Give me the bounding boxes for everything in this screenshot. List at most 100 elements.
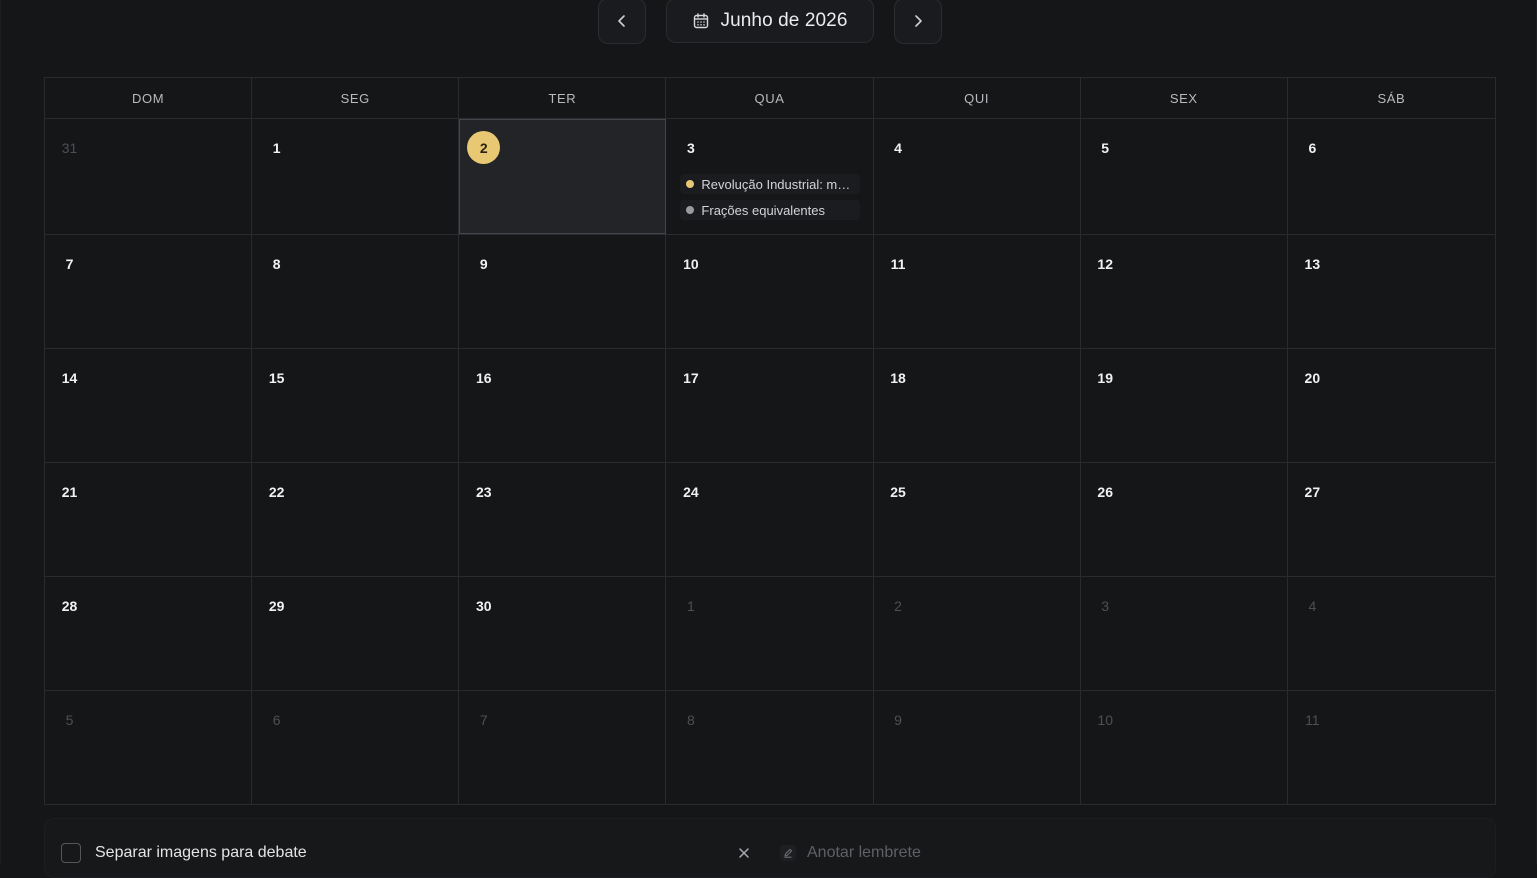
week-row: 31 1 2 3 Revolução Industrial: m… Frações equ…	[45, 119, 1495, 235]
day-cell-today[interactable]: 2	[459, 119, 667, 234]
day-number: 3	[687, 139, 695, 156]
day-cell[interactable]: 7	[45, 235, 253, 348]
day-number: 17	[683, 369, 699, 386]
day-number: 6	[272, 711, 281, 728]
day-cell[interactable]: 16	[459, 349, 667, 462]
chevron-right-icon	[915, 15, 922, 27]
day-cell-outside-month[interactable]: 4	[1288, 577, 1495, 690]
weekday-mon: SEG	[252, 78, 460, 118]
day-cell[interactable]: 10	[666, 235, 874, 348]
day-number: 6	[1308, 139, 1317, 156]
month-label: Junho de 2026	[720, 9, 848, 31]
day-cell[interactable]: 26	[1081, 463, 1288, 576]
next-month-button[interactable]	[894, 0, 942, 44]
day-cell[interactable]: 11	[874, 235, 1081, 348]
event-color-dot	[686, 180, 695, 188]
day-number: 9	[479, 255, 488, 272]
day-cell[interactable]: 22	[252, 463, 460, 576]
day-cell[interactable]: 29	[252, 577, 460, 690]
task-label: Separar imagens para debate	[95, 844, 307, 861]
day-number: 8	[272, 255, 281, 272]
day-cell[interactable]: 9	[459, 235, 667, 348]
day-number: 4	[894, 139, 902, 156]
day-number: 20	[1304, 369, 1321, 386]
previous-month-button[interactable]	[598, 0, 646, 44]
day-cell[interactable]: 30	[459, 577, 667, 690]
event-title: Frações equivalentes	[701, 202, 825, 218]
event-title: Revolução Industrial: m…	[701, 176, 851, 192]
day-number: 8	[687, 711, 695, 728]
weekday-header-row: DOM SEG TER QUA QUI SEX SÁB	[45, 78, 1495, 119]
day-number: 15	[268, 369, 285, 386]
day-number: 18	[890, 369, 906, 386]
day-cell[interactable]: 12	[1081, 235, 1288, 348]
event-chip[interactable]: Revolução Industrial: m…	[680, 174, 861, 194]
day-number: 16	[475, 369, 492, 386]
day-number: 26	[1097, 483, 1113, 500]
day-cell[interactable]: 17	[666, 349, 874, 462]
day-cell[interactable]: 15	[252, 349, 460, 462]
day-number: 1	[687, 597, 695, 614]
weekday-sat: SÁB	[1377, 90, 1406, 106]
day-cell[interactable]: 23	[459, 463, 667, 576]
week-row: 7 8 9 10 11 12 13	[45, 235, 1495, 349]
day-number: 23	[475, 483, 492, 500]
weekday-tue: TER	[459, 78, 667, 118]
day-cell[interactable]: 25	[874, 463, 1081, 576]
day-cell-outside-month[interactable]: 6	[252, 691, 460, 805]
day-cell[interactable]: 18	[874, 349, 1081, 462]
day-cell[interactable]: 1	[252, 119, 460, 234]
day-cell-outside-month[interactable]: 7	[459, 691, 667, 805]
month-picker-button[interactable]: Junho de 2026	[666, 0, 874, 43]
task-checkbox[interactable]	[61, 843, 81, 863]
day-cell[interactable]: 27	[1288, 463, 1495, 576]
day-cell[interactable]: 24	[666, 463, 874, 576]
day-cell[interactable]: 20	[1288, 349, 1495, 462]
weeks-container: 31 1 2 3 Revolução Industrial: m… Frações equ…	[45, 119, 1495, 805]
day-number: 5	[65, 711, 74, 728]
weekday-sun: DOM	[45, 78, 253, 118]
chevron-left-icon	[618, 15, 625, 27]
day-cell-outside-month[interactable]: 11	[1288, 691, 1495, 805]
day-cell-outside-month[interactable]: 8	[666, 691, 874, 805]
day-cell[interactable]: 6	[1288, 119, 1495, 234]
task-row: Separar imagens para debate	[61, 841, 1481, 865]
day-cell-outside-month[interactable]: 5	[45, 691, 253, 805]
day-cell[interactable]: 8	[252, 235, 460, 348]
day-number: 30	[475, 597, 492, 614]
pencil-icon	[780, 845, 796, 861]
day-number: 11	[890, 255, 906, 272]
event-chip[interactable]: Frações equivalentes	[680, 200, 861, 220]
day-cell-outside-month[interactable]: 10	[1081, 691, 1288, 805]
day-number: 28	[61, 597, 78, 614]
day-cell-outside-month[interactable]: 31	[45, 119, 253, 234]
day-cell[interactable]: 14	[45, 349, 253, 462]
day-number: 11	[1305, 711, 1320, 728]
day-number: 24	[683, 483, 699, 500]
day-cell[interactable]: 5	[1081, 119, 1288, 234]
day-number: 10	[683, 255, 699, 272]
weekday-fri: SEX	[1081, 78, 1288, 118]
day-number: 1	[272, 139, 281, 156]
day-number: 7	[65, 255, 74, 272]
day-number: 27	[1304, 483, 1321, 500]
week-row: 21 22 23 24 25 26 27	[45, 463, 1495, 577]
day-number: 21	[61, 483, 78, 500]
day-cell-outside-month[interactable]: 2	[874, 577, 1081, 690]
day-cell[interactable]: 13	[1288, 235, 1495, 348]
task-panel: Separar imagens para debate	[44, 818, 1496, 878]
close-icon[interactable]	[736, 845, 752, 861]
reminder-note-input[interactable]	[807, 841, 1107, 865]
day-cell[interactable]: 21	[45, 463, 253, 576]
day-cell[interactable]: 4	[874, 119, 1081, 234]
day-number: 14	[61, 369, 78, 386]
day-cell[interactable]: 19	[1081, 349, 1288, 462]
day-number: 25	[890, 483, 906, 500]
day-cell-outside-month[interactable]: 9	[874, 691, 1081, 805]
day-number: 29	[268, 597, 285, 614]
day-number: 3	[1101, 597, 1110, 614]
day-cell-outside-month[interactable]: 1	[666, 577, 874, 690]
day-cell[interactable]: 28	[45, 577, 253, 690]
day-cell[interactable]: 3 Revolução Industrial: m… Frações equival…	[666, 119, 874, 234]
day-cell-outside-month[interactable]: 3	[1081, 577, 1288, 690]
